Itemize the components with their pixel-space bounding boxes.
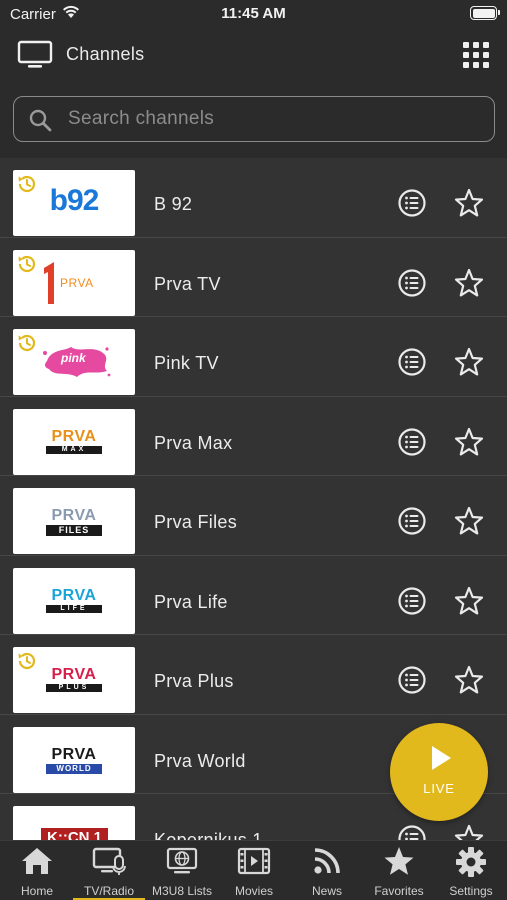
tab-favorites[interactable]: Favorites [362, 841, 436, 900]
channel-logo: PRVA [13, 249, 135, 316]
favorite-star-icon[interactable] [453, 664, 485, 696]
tv-icon [17, 40, 53, 68]
m3u8-list-icon [166, 847, 198, 874]
channel-logo: PRVA WORLD [13, 726, 135, 793]
favorite-star-icon[interactable] [453, 823, 485, 840]
logo-text: PRVA [51, 745, 97, 763]
channel-logo: PRVA FILES [13, 488, 135, 554]
channel-row[interactable]: PRVA Prva TV [0, 237, 507, 317]
tab-label: News [311, 884, 342, 898]
list-icon[interactable] [397, 824, 427, 840]
channel-name: B 92 [154, 194, 193, 214]
channel-row[interactable]: PRVA PLUS Prva Plus [0, 635, 507, 715]
favorite-star-icon[interactable] [453, 585, 485, 617]
movies-icon [237, 847, 271, 875]
logo-text: PRVA [51, 427, 97, 445]
prva-logo: PRVA WORLD [42, 745, 106, 774]
logo-subtext: FILES [46, 525, 102, 536]
prva-logo: PRVA PLUS [42, 667, 106, 692]
logo-subtext: LIFE [46, 604, 102, 613]
logo-text: PRVA [51, 586, 97, 604]
channel-name: Prva Files [154, 512, 238, 532]
grid-icon[interactable] [463, 42, 489, 68]
tab-label: Home [20, 884, 53, 898]
battery-icon [470, 6, 500, 20]
tab-label: Movies [234, 884, 273, 898]
list-icon[interactable] [397, 586, 427, 616]
search-box[interactable] [13, 96, 495, 142]
channel-row[interactable]: PRVA FILES Prva Files [0, 476, 507, 556]
favorite-star-icon[interactable] [453, 187, 485, 219]
home-icon [22, 848, 52, 874]
search-input[interactable] [68, 97, 478, 140]
logo-text: PRVA [51, 666, 97, 683]
favorite-star-icon[interactable] [453, 426, 485, 458]
tab-label: M3U8 Lists [151, 884, 213, 898]
logo-text: K::CN 1 [41, 828, 108, 840]
history-icon [18, 175, 36, 193]
channel-name: Prva TV [154, 273, 221, 294]
favorite-star-icon[interactable] [453, 267, 485, 299]
channel-logo: K::CN 1 [13, 806, 135, 840]
channel-logo: PRVA LIFE [13, 567, 135, 634]
favorite-star-icon[interactable] [453, 346, 485, 378]
tab-bar: Home TV/Radio M3U8 Lists Movies News Fav… [0, 840, 507, 900]
list-icon[interactable] [397, 268, 427, 298]
page-title: Channels [66, 44, 145, 64]
channel-name: Kopernikus 1 [154, 830, 263, 840]
list-icon[interactable] [397, 665, 427, 695]
tab-movies[interactable]: Movies [219, 841, 289, 900]
channel-name: Prva Max [154, 432, 233, 453]
channel-logo: pink [13, 329, 135, 395]
logo-text: PRVA [60, 275, 94, 290]
tab-m3u8-lists[interactable]: M3U8 Lists [146, 841, 218, 900]
list-icon[interactable] [397, 427, 427, 457]
logo-subtext: WORLD [46, 763, 102, 774]
prva-logo: PRVA FILES [42, 508, 106, 536]
tab-tv-radio[interactable]: TV/Radio [73, 841, 145, 900]
logo-text: PRVA [51, 507, 97, 524]
channel-logo: PRVA MAX [13, 408, 135, 475]
tab-settings[interactable]: Settings [436, 841, 506, 900]
tv-radio-icon [92, 847, 126, 875]
channel-row[interactable]: PRVA MAX Prva Max [0, 396, 507, 476]
channel-logo: b92 [13, 170, 135, 236]
tab-label: Favorites [374, 884, 424, 898]
logo-subtext: MAX [46, 445, 102, 454]
search-icon [29, 109, 52, 132]
favorite-star-icon[interactable] [453, 505, 485, 537]
history-icon [18, 255, 36, 272]
channel-row[interactable]: b92 B 92 [0, 158, 507, 238]
prva-logo: PRVA LIFE [42, 586, 106, 613]
channel-name: Prva World [154, 750, 246, 771]
channel-name: Pink TV [154, 353, 219, 373]
star-icon [384, 847, 414, 875]
status-bar: Carrier 11:45 AM [0, 0, 507, 30]
history-icon [18, 334, 36, 352]
channel-row[interactable]: PRVA LIFE Prva Life [0, 555, 507, 635]
tab-label: Settings [449, 884, 493, 898]
gear-icon [456, 847, 486, 877]
list-icon[interactable] [397, 506, 427, 536]
channel-name: Prva Plus [154, 671, 234, 691]
channel-logo: PRVA PLUS [13, 647, 135, 713]
list-icon[interactable] [397, 347, 427, 377]
channel-name: Prva Life [154, 591, 228, 612]
logo-text: pink [61, 351, 86, 365]
logo-subtext: PLUS [46, 684, 102, 692]
play-icon [432, 746, 451, 770]
channel-row[interactable]: pink Pink TV [0, 317, 507, 397]
tab-home[interactable]: Home [2, 841, 72, 900]
list-icon[interactable] [397, 188, 427, 218]
tab-label: TV/Radio [83, 884, 135, 898]
live-button[interactable]: LIVE [390, 723, 488, 821]
history-icon [18, 652, 36, 670]
prva-logo: PRVA MAX [42, 427, 106, 454]
tab-news[interactable]: News [292, 841, 362, 900]
status-time: 11:45 AM [221, 5, 286, 22]
rss-icon [314, 848, 340, 874]
app-header: Channels [0, 30, 507, 85]
live-label: LIVE [423, 781, 455, 796]
